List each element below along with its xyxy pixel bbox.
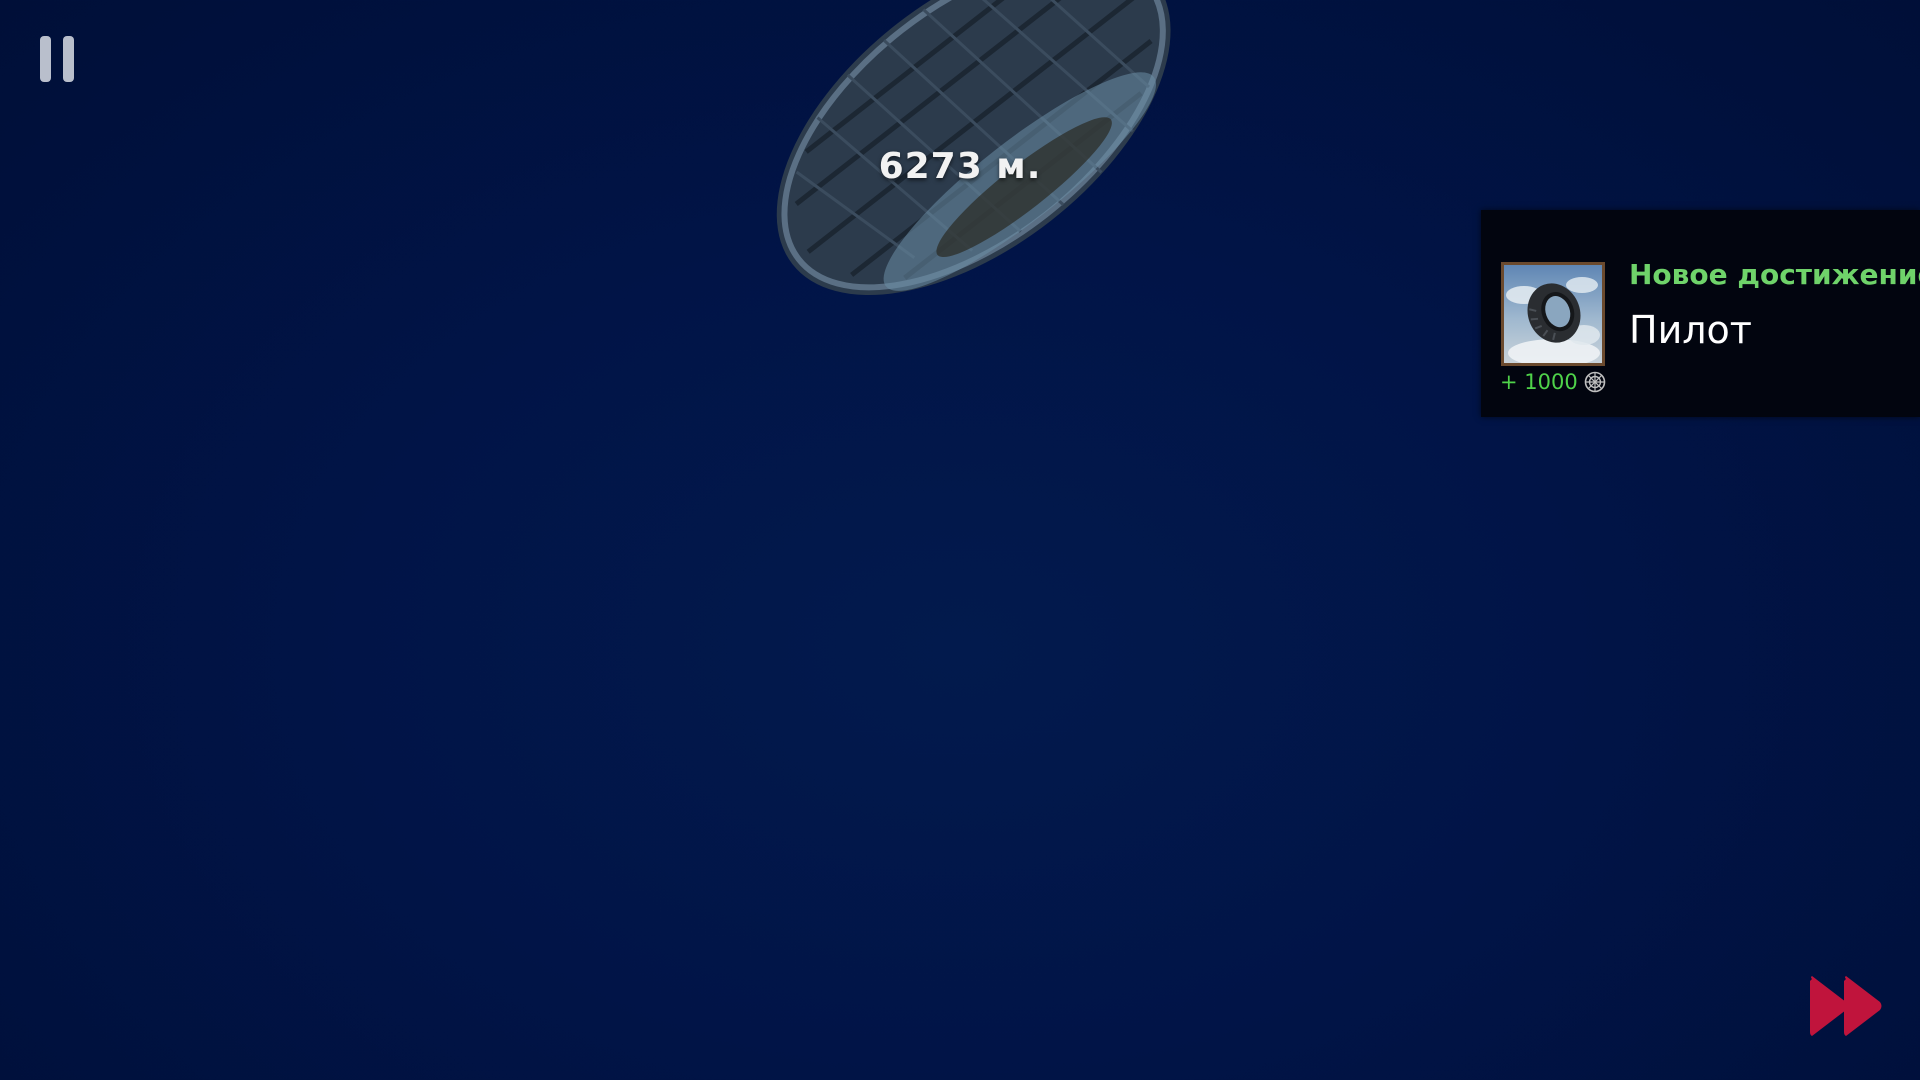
coin-icon <box>1584 371 1606 393</box>
flying-tire-icon <box>1501 262 1605 366</box>
reward-text: + 1000 <box>1500 370 1578 394</box>
reward-amount: + 1000 <box>1500 370 1606 394</box>
achievement-name: Пилот <box>1629 308 1752 352</box>
fast-forward-button[interactable] <box>1808 975 1884 1037</box>
achievement-header: Новое достижение <box>1629 258 1920 291</box>
pause-icon-bar <box>63 36 74 82</box>
pause-button[interactable] <box>38 36 78 82</box>
pause-icon <box>40 36 51 82</box>
distance-counter: 6273 м. <box>878 146 1042 187</box>
achievement-toast: Новое достижение Пилот + 1000 <box>1481 210 1920 417</box>
game-scene: 6273 м. Новое достижение Пилот + 1000 <box>0 0 1920 1080</box>
fast-forward-icon <box>1810 976 1882 1036</box>
